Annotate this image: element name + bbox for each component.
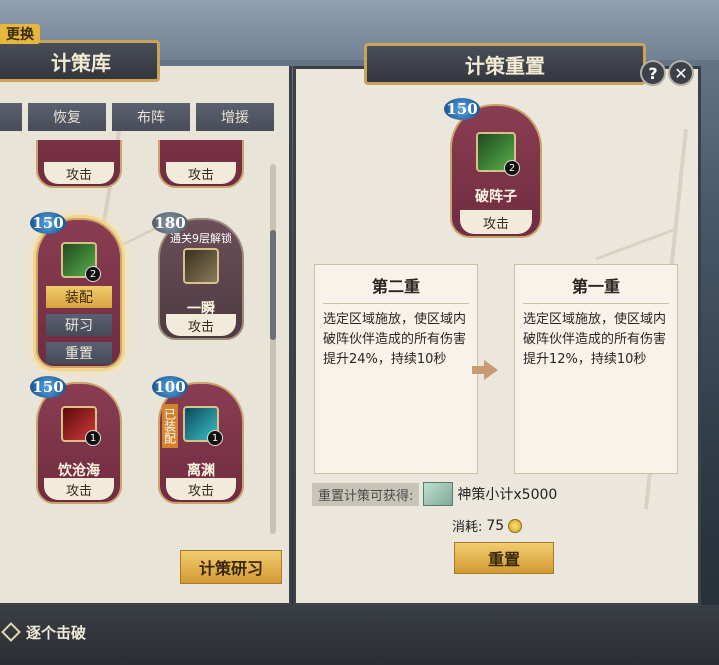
scrollbar-thumb[interactable] (270, 230, 276, 340)
target-level-desc: 选定区域施放，使区域内破阵伙伴造成的所有伤害提升12%，持续10秒 (523, 312, 667, 367)
card-type: 攻击 (460, 210, 532, 234)
kill-one-label: 逐个击破 (26, 623, 87, 642)
card-name: 破阵子 (475, 189, 517, 205)
equipped-tag: 已装配 (162, 404, 178, 448)
background-ground (0, 605, 719, 665)
close-button[interactable]: ✕ (668, 60, 694, 86)
card-type: 攻击 (166, 314, 236, 336)
level-count: 1 (85, 430, 101, 446)
card-type: 攻击 (44, 162, 114, 184)
cost-badge: 150 (30, 212, 66, 234)
current-level-box: 第二重 选定区域施放，使区域内破阵伙伴造成的所有伤害提升24%，持续10秒 (314, 264, 478, 474)
arrow-right-icon (484, 360, 498, 380)
category-tabs: 恢复 布阵 增援 (0, 103, 292, 133)
arrow-up-icon: 1 (61, 406, 101, 446)
selected-strategy-card: 150 2 破阵子 攻击 (444, 98, 546, 240)
divider (523, 303, 669, 304)
right-title: 计策重置 (465, 53, 545, 78)
kill-one-by-one-option[interactable]: 逐个击破 (1, 620, 87, 644)
tab-reinforce[interactable]: 增援 (196, 103, 274, 131)
level-count: 2 (85, 266, 101, 282)
right-title-plate: 计策重置 (364, 43, 646, 85)
coin-icon (508, 518, 523, 533)
target-level-box: 第一重 选定区域施放，使区域内破阵伙伴造成的所有伤害提升12%，持续10秒 (514, 264, 678, 474)
left-title: 计策库 (51, 50, 111, 75)
card-type: 攻击 (166, 162, 236, 184)
cost-badge: 100 (152, 376, 188, 398)
strategy-study-button[interactable]: 计策研习 (180, 550, 282, 584)
reward-text: 神策小计x5000 (457, 487, 558, 503)
dash-figure-icon: 1 (183, 406, 223, 446)
cost-value: 75 (486, 517, 505, 534)
arrow-shaft (472, 366, 484, 374)
strategy-card-equipped[interactable]: 100 已装配 1 离渊 攻击 (152, 376, 248, 506)
divider (323, 303, 469, 304)
current-level-desc: 选定区域施放，使区域内破阵伙伴造成的所有伤害提升24%，持续10秒 (323, 312, 467, 367)
cost-row: 消耗: 75 (452, 516, 523, 535)
level-count: 2 (504, 160, 520, 176)
equip-button[interactable]: 装配 (46, 286, 112, 308)
swap-tag[interactable]: 更换 (0, 24, 40, 44)
cost-badge: 150 (30, 376, 66, 398)
strategy-card[interactable]: 150 1 饮沧海 攻击 (30, 376, 126, 506)
tab-recover[interactable]: 恢复 (28, 103, 106, 131)
current-level-title: 第二重 (371, 277, 420, 296)
sword-slash-icon: 2 (61, 242, 101, 282)
card-type: 攻击 (166, 478, 236, 500)
card-grid: 攻击 攻击 150 2 装配 研习 重置 180 通关9层解锁 一瞬 攻击 15… (0, 140, 284, 540)
strategy-card[interactable]: 攻击 (32, 140, 126, 190)
sword-slash-icon: 2 (476, 132, 520, 176)
scroll-book-icon (423, 482, 454, 506)
help-button[interactable]: ? (640, 60, 666, 86)
diamond-icon (1, 622, 21, 642)
tab-formation[interactable]: 布阵 (112, 103, 190, 131)
strategy-card[interactable]: 攻击 (154, 140, 248, 190)
target-level-title: 第一重 (571, 277, 620, 296)
study-button[interactable]: 研习 (46, 314, 112, 336)
strategy-card-locked[interactable]: 180 通关9层解锁 一瞬 攻击 (152, 212, 248, 342)
tab-first[interactable] (0, 103, 22, 131)
card-name: 饮沧海 (58, 463, 100, 479)
scroll-icon (183, 248, 219, 284)
level-count: 1 (207, 430, 223, 446)
card-type: 攻击 (44, 478, 114, 500)
reset-button-small[interactable]: 重置 (46, 342, 112, 364)
cost-label: 消耗: (452, 520, 483, 535)
cost-badge: 150 (444, 98, 480, 120)
strategy-card-selected[interactable]: 150 2 装配 研习 重置 (30, 212, 126, 368)
left-title-plate: 计策库 (0, 40, 160, 82)
reset-button[interactable]: 重置 (454, 542, 554, 574)
card-name: 离渊 (187, 463, 215, 479)
reward-label: 重置计策可获得: (312, 482, 420, 506)
reward-row: 重置计策可获得: 神策小计x5000 (312, 482, 622, 506)
unlock-condition: 通关9层解锁 (170, 232, 232, 245)
scrollbar-track[interactable] (270, 164, 276, 534)
